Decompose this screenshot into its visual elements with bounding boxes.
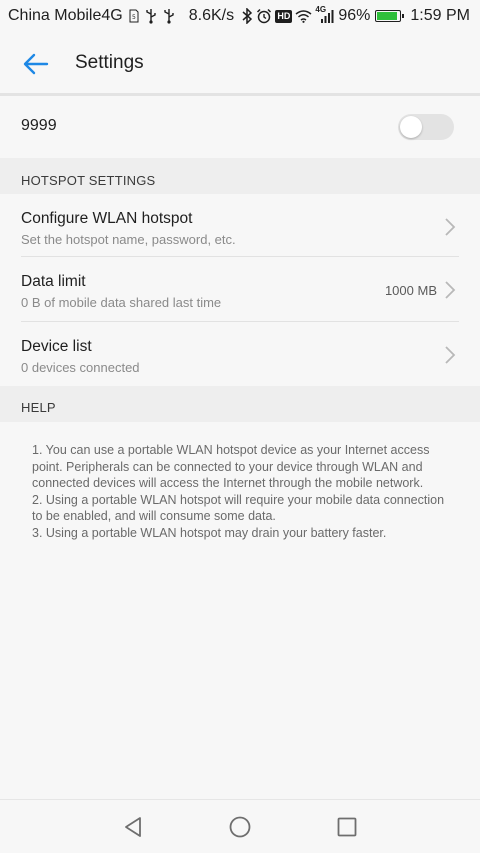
device-list-item[interactable]: Device list 0 devices connected xyxy=(0,322,480,386)
nav-back-button[interactable] xyxy=(119,813,147,841)
hotspot-name: 9999 xyxy=(21,117,57,134)
nav-home-button[interactable] xyxy=(226,813,254,841)
chevron-right-icon xyxy=(445,346,456,364)
item-subtitle: Set the hotspot name, password, etc. xyxy=(21,232,236,247)
carrier-name: China Mobile4G xyxy=(8,7,123,24)
recents-square-icon xyxy=(337,817,357,837)
wifi-icon xyxy=(295,9,312,23)
app-bar: Settings xyxy=(0,32,480,94)
item-subtitle: 0 B of mobile data shared last time xyxy=(21,295,222,310)
home-circle-icon xyxy=(229,816,251,838)
configure-wlan-hotspot-item[interactable]: Configure WLAN hotspot Set the hotspot n… xyxy=(0,194,480,258)
battery-percent: 96% xyxy=(338,7,371,24)
battery-icon xyxy=(375,10,405,22)
back-triangle-icon xyxy=(125,817,141,837)
hotspot-switch[interactable] xyxy=(398,114,454,140)
section-title: HOTSPOT SETTINGS xyxy=(21,173,156,188)
back-button[interactable] xyxy=(20,48,52,80)
section-header-hotspot-settings: HOTSPOT SETTINGS xyxy=(0,158,480,194)
alarm-icon xyxy=(256,8,272,24)
help-text: 1. You can use a portable WLAN hotspot d… xyxy=(32,442,452,541)
svg-text:5: 5 xyxy=(132,14,136,21)
sim-icon: 5 xyxy=(129,9,139,23)
hd-icon: HD xyxy=(275,9,293,23)
data-limit-value: 1000 MB xyxy=(384,283,437,298)
usb-icon xyxy=(145,8,157,24)
chevron-right-icon xyxy=(445,218,456,236)
status-bar: China Mobile4G 5 8.6K/s HD 4G 96% 1:59 P… xyxy=(0,0,480,32)
signal-icon: 4G xyxy=(315,4,335,24)
help-paragraph: 1. You can use a portable WLAN hotspot d… xyxy=(32,443,430,490)
help-paragraph: 3. Using a portable WLAN hotspot may dra… xyxy=(32,525,387,540)
chevron-right-icon xyxy=(445,281,456,299)
section-header-help: HELP xyxy=(0,386,480,422)
arrow-left-icon xyxy=(23,53,49,75)
usb-icon xyxy=(163,8,175,24)
status-bar-right: HD 4G 96% 1:59 PM xyxy=(242,0,470,32)
hotspot-toggle-row[interactable]: 9999 xyxy=(0,96,480,158)
network-type-label: 4G xyxy=(315,4,327,14)
switch-knob xyxy=(400,116,422,138)
nav-recents-button[interactable] xyxy=(333,813,361,841)
clock: 1:59 PM xyxy=(410,7,470,24)
data-limit-item[interactable]: Data limit 0 B of mobile data shared las… xyxy=(0,257,480,321)
item-title: Data limit xyxy=(21,273,86,290)
section-title: HELP xyxy=(21,400,56,415)
network-speed: 8.6K/s xyxy=(188,7,235,24)
status-bar-left: China Mobile4G 5 8.6K/s xyxy=(8,0,234,32)
bluetooth-icon xyxy=(242,8,253,24)
page-title: Settings xyxy=(75,52,144,73)
item-subtitle: 0 devices connected xyxy=(21,360,140,375)
battery-level-fill xyxy=(377,12,398,20)
item-title: Device list xyxy=(21,338,92,355)
help-paragraph: 2. Using a portable WLAN hotspot will re… xyxy=(32,492,445,524)
navigation-bar xyxy=(0,799,480,853)
item-title: Configure WLAN hotspot xyxy=(21,210,193,227)
